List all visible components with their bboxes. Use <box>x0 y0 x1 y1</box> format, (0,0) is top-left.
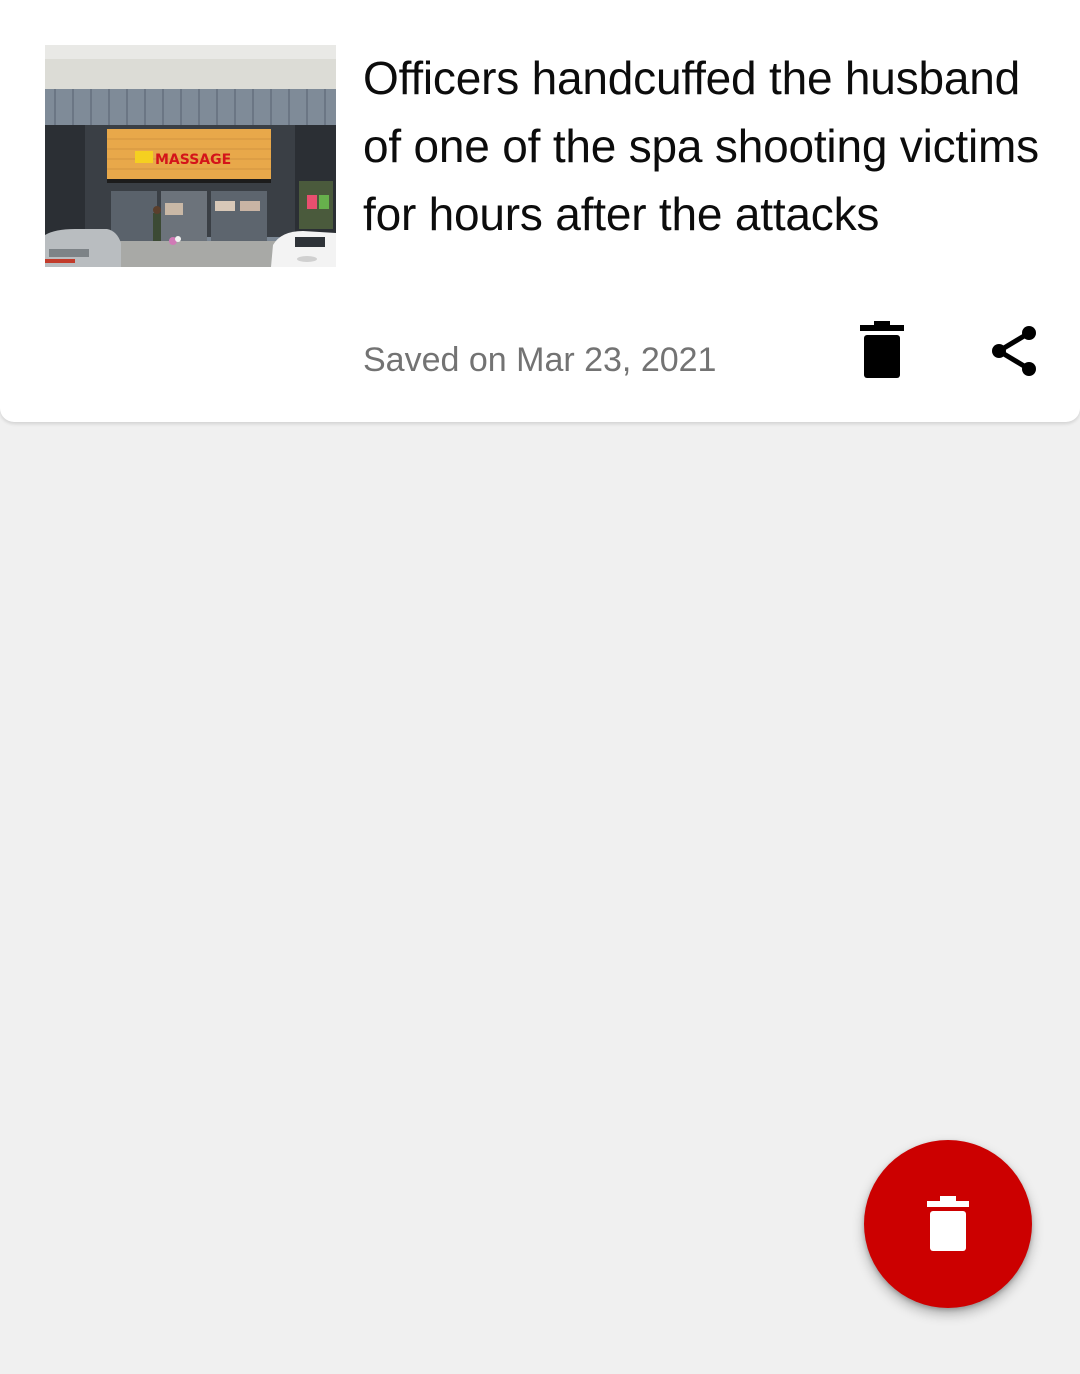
delete-item-button[interactable] <box>852 318 912 384</box>
thumbnail-sign-text: MASSAGE <box>155 152 231 168</box>
share-item-button[interactable] <box>984 318 1044 384</box>
article-headline[interactable]: Officers handcuffed the husband of one o… <box>363 44 1043 248</box>
saved-date: Saved on Mar 23, 2021 <box>363 341 717 379</box>
trash-icon <box>927 1196 969 1251</box>
share-icon <box>992 326 1036 376</box>
delete-all-fab[interactable] <box>864 1140 1032 1308</box>
spa-storefront-image: MASSAGE <box>45 45 336 267</box>
article-thumbnail[interactable]: MASSAGE <box>45 45 336 267</box>
trash-icon <box>860 321 904 378</box>
saved-article-card[interactable]: MASSAGE Officers handcuffed the husband … <box>0 0 1080 422</box>
